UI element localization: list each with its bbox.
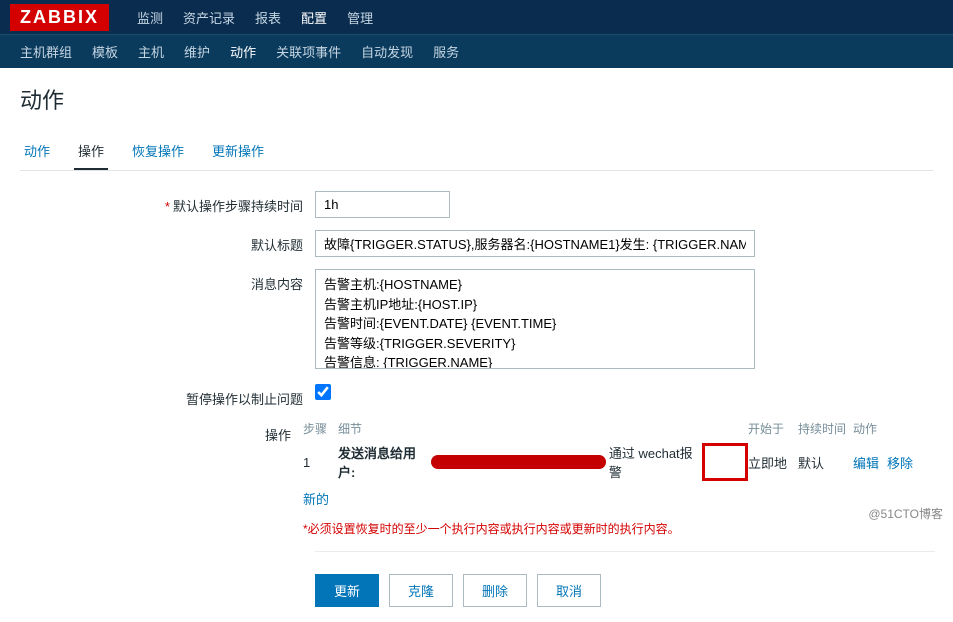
ops-row: 1 发送消息给用户: 通过 wechat报警 立即地 默认 编辑移除 (303, 443, 933, 481)
nav-monitoring[interactable]: 监测 (137, 8, 163, 27)
watermark: @51CTO博客 (868, 505, 943, 522)
nav-inventory[interactable]: 资产记录 (183, 8, 235, 27)
ops-detail-suffix: 通过 wechat报警 (609, 443, 700, 481)
separator (315, 551, 935, 552)
ops-header: 步骤 细节 开始于 持续时间 动作 (303, 420, 933, 437)
textarea-message[interactable]: 告警主机:{HOSTNAME} 告警主机IP地址:{HOST.IP} 告警时间:… (315, 269, 755, 369)
ops-edit-link[interactable]: 编辑 (853, 456, 879, 471)
ops-col-act: 动作 (853, 420, 893, 437)
nav-configuration[interactable]: 配置 (301, 8, 327, 27)
ops-detail: 发送消息给用户: 通过 wechat报警 (338, 443, 748, 481)
subnav-services[interactable]: 服务 (433, 42, 459, 61)
ops-col-start: 开始于 (748, 420, 798, 437)
ops-col-step: 步骤 (303, 420, 338, 437)
clone-button[interactable]: 克隆 (389, 574, 453, 607)
ops-start: 立即地 (748, 453, 798, 472)
subnav-maintenance[interactable]: 维护 (184, 42, 210, 61)
button-row: 更新 克隆 删除 取消 (315, 574, 933, 607)
highlight-box (702, 443, 748, 481)
subnav-discovery[interactable]: 自动发现 (361, 42, 413, 61)
tab-operations[interactable]: 操作 (74, 133, 108, 170)
input-title[interactable] (315, 230, 755, 257)
subnav-hosts[interactable]: 主机 (138, 42, 164, 61)
tab-action[interactable]: 动作 (20, 133, 54, 170)
subnav-actions[interactable]: 动作 (230, 32, 256, 71)
tab-update[interactable]: 更新操作 (208, 133, 268, 170)
label-title: 默认标题 (20, 230, 315, 254)
ops-remove-link[interactable]: 移除 (887, 456, 913, 471)
tabs: 动作 操作 恢复操作 更新操作 (20, 133, 933, 171)
nav-administration[interactable]: 管理 (347, 8, 373, 27)
page-title: 动作 (20, 83, 933, 115)
delete-button[interactable]: 删除 (463, 574, 527, 607)
subnav-hostgroups[interactable]: 主机群组 (20, 42, 72, 61)
subnav-templates[interactable]: 模板 (92, 42, 118, 61)
ops-step: 1 (303, 455, 338, 470)
ops-col-dur: 持续时间 (798, 420, 853, 437)
redacted-user (431, 455, 606, 469)
tab-recovery[interactable]: 恢复操作 (128, 133, 188, 170)
input-duration[interactable] (315, 191, 450, 218)
cancel-button[interactable]: 取消 (537, 574, 601, 607)
ops-note: *必须设置恢复时的至少一个执行内容或执行内容或更新时的执行内容。 (303, 520, 933, 537)
label-duration: *默认操作步骤持续时间 (20, 191, 315, 215)
checkbox-pause[interactable] (315, 384, 331, 400)
label-operations: 操作 (20, 420, 303, 444)
label-message: 消息内容 (20, 269, 315, 293)
logo[interactable]: ZABBIX (10, 4, 109, 31)
ops-col-detail: 细节 (338, 420, 748, 437)
ops-dur: 默认 (798, 453, 853, 472)
update-button[interactable]: 更新 (315, 574, 379, 607)
nav-reports[interactable]: 报表 (255, 8, 281, 27)
subnav-correlation[interactable]: 关联项事件 (276, 42, 341, 61)
top-nav: ZABBIX 监测 资产记录 报表 配置 管理 (0, 0, 953, 34)
ops-new-link[interactable]: 新的 (303, 489, 329, 508)
label-pause: 暂停操作以制止问题 (20, 384, 315, 408)
sub-nav: 主机群组 模板 主机 维护 动作 关联项事件 自动发现 服务 (0, 34, 953, 68)
ops-detail-prefix: 发送消息给用户: (338, 443, 428, 481)
